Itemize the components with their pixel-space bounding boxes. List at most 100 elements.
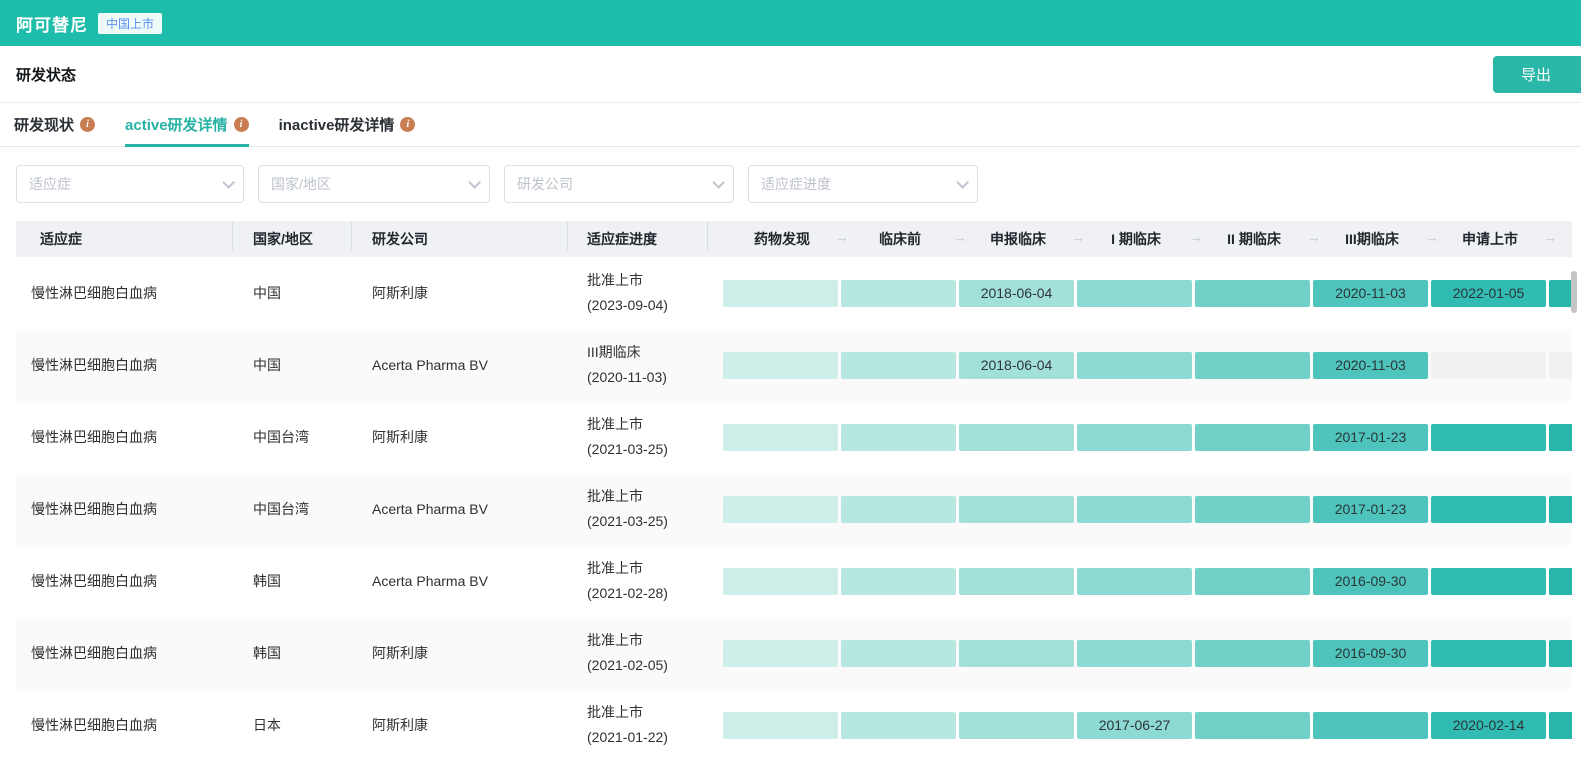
stage-bar [1077, 496, 1192, 523]
progress-date: (2021-03-25) [587, 509, 708, 534]
stage-bar [1313, 712, 1428, 739]
section-title: 研发状态 [16, 64, 76, 85]
progress-date: (2021-02-05) [587, 653, 708, 678]
cell-progress: 批准上市 (2021-03-25) [568, 484, 708, 534]
drug-name: 阿可替尼 [16, 11, 88, 36]
table-row: 慢性淋巴细胞白血病 韩国 Acerta Pharma BV 批准上市 (2021… [16, 545, 1572, 617]
stage-bar: 2018-06-04 [959, 352, 1074, 379]
rd-details-table: 适应症 国家/地区 研发公司 适应症进度 药物发现→ 临床前→ 申报临床→ I … [16, 221, 1572, 761]
tab-label: active研发详情 [125, 114, 228, 135]
cell-region: 中国台湾 [233, 499, 352, 519]
stage-bar [723, 640, 838, 667]
stage-bar [841, 640, 956, 667]
cell-company: Acerta Pharma BV [352, 357, 568, 373]
cell-region: 韩国 [233, 571, 352, 591]
table-body: 慢性淋巴细胞白血病 中国 阿斯利康 批准上市 (2023-09-04) 2018… [16, 257, 1572, 761]
tab-rd-status[interactable]: 研发现状 i [14, 103, 95, 146]
progress-date: (2021-03-25) [587, 437, 708, 462]
stage-bar [959, 640, 1074, 667]
table-row: 慢性淋巴细胞白血病 中国 阿斯利康 批准上市 (2023-09-04) 2018… [16, 257, 1572, 329]
tab-bar: 研发现状 i active研发详情 i inactive研发详情 i [0, 103, 1581, 147]
stage-bars: 2016-09-30 [723, 640, 1572, 667]
stage-bar [723, 352, 838, 379]
table-row: 慢性淋巴细胞白血病 中国台湾 阿斯利康 批准上市 (2021-03-25) 20… [16, 401, 1572, 473]
stage-bar [959, 568, 1074, 595]
stage-bar [841, 424, 956, 451]
stage-bar [1549, 496, 1572, 523]
progress-stage: 批准上市 [587, 484, 708, 509]
vertical-scrollbar-thumb[interactable] [1571, 271, 1577, 313]
cell-progress: 批准上市 (2021-02-28) [568, 556, 708, 606]
progress-stage: 批准上市 [587, 556, 708, 581]
col-header-company: 研发公司 [352, 229, 568, 249]
stage-bar [1431, 424, 1546, 451]
stage-bar [1549, 280, 1572, 307]
company-filter-select[interactable]: 研发公司 [504, 165, 734, 203]
stage-bar [1195, 712, 1310, 739]
stage-col-phase1: I 期临床→ [1077, 229, 1195, 249]
select-placeholder: 适应症进度 [761, 174, 831, 194]
tab-label: inactive研发详情 [279, 114, 395, 135]
cell-company: 阿斯利康 [352, 427, 568, 447]
select-placeholder: 国家/地区 [271, 174, 331, 194]
stage-bar [1077, 280, 1192, 307]
table-row: 慢性淋巴细胞白血病 韩国 阿斯利康 批准上市 (2021-02-05) 2016… [16, 617, 1572, 689]
stage-bar [723, 424, 838, 451]
cell-indication: 慢性淋巴细胞白血病 [16, 643, 233, 663]
cell-region: 中国 [233, 283, 352, 303]
stage-bar: 2020-11-03 [1313, 280, 1428, 307]
cell-company: 阿斯利康 [352, 715, 568, 735]
stage-bar [723, 280, 838, 307]
region-filter-select[interactable]: 国家/地区 [258, 165, 490, 203]
stage-bars: 2016-09-30 [723, 568, 1572, 595]
export-button[interactable]: 导出 [1493, 56, 1581, 93]
stage-bar [959, 712, 1074, 739]
tab-label: 研发现状 [14, 114, 74, 135]
indication-filter-select[interactable]: 适应症 [16, 165, 244, 203]
cell-progress: 批准上市 (2023-09-04) [568, 268, 708, 318]
stage-bar: 2017-01-23 [1313, 496, 1428, 523]
progress-filter-select[interactable]: 适应症进度 [748, 165, 978, 203]
cell-indication: 慢性淋巴细胞白血病 [16, 715, 233, 735]
stage-bar [723, 496, 838, 523]
info-icon[interactable]: i [80, 117, 95, 132]
info-icon[interactable]: i [400, 117, 415, 132]
stage-bar: 2018-06-04 [959, 280, 1074, 307]
progress-date: (2021-02-28) [587, 581, 708, 606]
stage-header: 药物发现→ 临床前→ 申报临床→ I 期临床→ II 期临床→ III期临床→ … [723, 229, 1572, 249]
stage-bar [1195, 352, 1310, 379]
stage-bar [841, 712, 956, 739]
market-status-badge: 中国上市 [98, 13, 162, 34]
tab-active-rd-details[interactable]: active研发详情 i [125, 103, 249, 146]
stage-bar [1077, 640, 1192, 667]
select-placeholder: 研发公司 [517, 174, 573, 194]
stage-bar: 2017-06-27 [1077, 712, 1192, 739]
table-header: 适应症 国家/地区 研发公司 适应症进度 药物发现→ 临床前→ 申报临床→ I … [16, 221, 1572, 257]
cell-region: 日本 [233, 715, 352, 735]
stage-bar [841, 352, 956, 379]
stage-bars: 2018-06-042020-11-032022-01-05 [723, 280, 1572, 307]
cell-progress: 批准上市 (2021-01-22) [568, 700, 708, 750]
cell-progress: 批准上市 (2021-03-25) [568, 412, 708, 462]
tab-inactive-rd-details[interactable]: inactive研发详情 i [279, 103, 416, 146]
table-row: 慢性淋巴细胞白血病 中国台湾 Acerta Pharma BV 批准上市 (20… [16, 473, 1572, 545]
section-header: 研发状态 导出 [0, 46, 1581, 103]
stage-col-preclinical: 临床前→ [841, 229, 959, 249]
cell-company: Acerta Pharma BV [352, 573, 568, 589]
progress-stage: 批准上市 [587, 628, 708, 653]
progress-date: (2023-09-04) [587, 293, 708, 318]
stage-bar [1195, 640, 1310, 667]
stage-bar [1077, 568, 1192, 595]
cell-company: Acerta Pharma BV [352, 501, 568, 517]
col-header-indication: 适应症 [16, 229, 233, 249]
stage-bar [1549, 568, 1572, 595]
stage-col-phase2: II 期临床→ [1195, 229, 1313, 249]
stage-bar: 2020-11-03 [1313, 352, 1428, 379]
chevron-down-icon [956, 176, 969, 189]
cell-region: 中国台湾 [233, 427, 352, 447]
cell-region: 中国 [233, 355, 352, 375]
filter-bar: 适应症 国家/地区 研发公司 适应症进度 [16, 165, 1581, 203]
info-icon[interactable]: i [234, 117, 249, 132]
stage-bar: 2016-09-30 [1313, 568, 1428, 595]
stage-bars: 2018-06-04 2020-11-03 [723, 352, 1572, 379]
